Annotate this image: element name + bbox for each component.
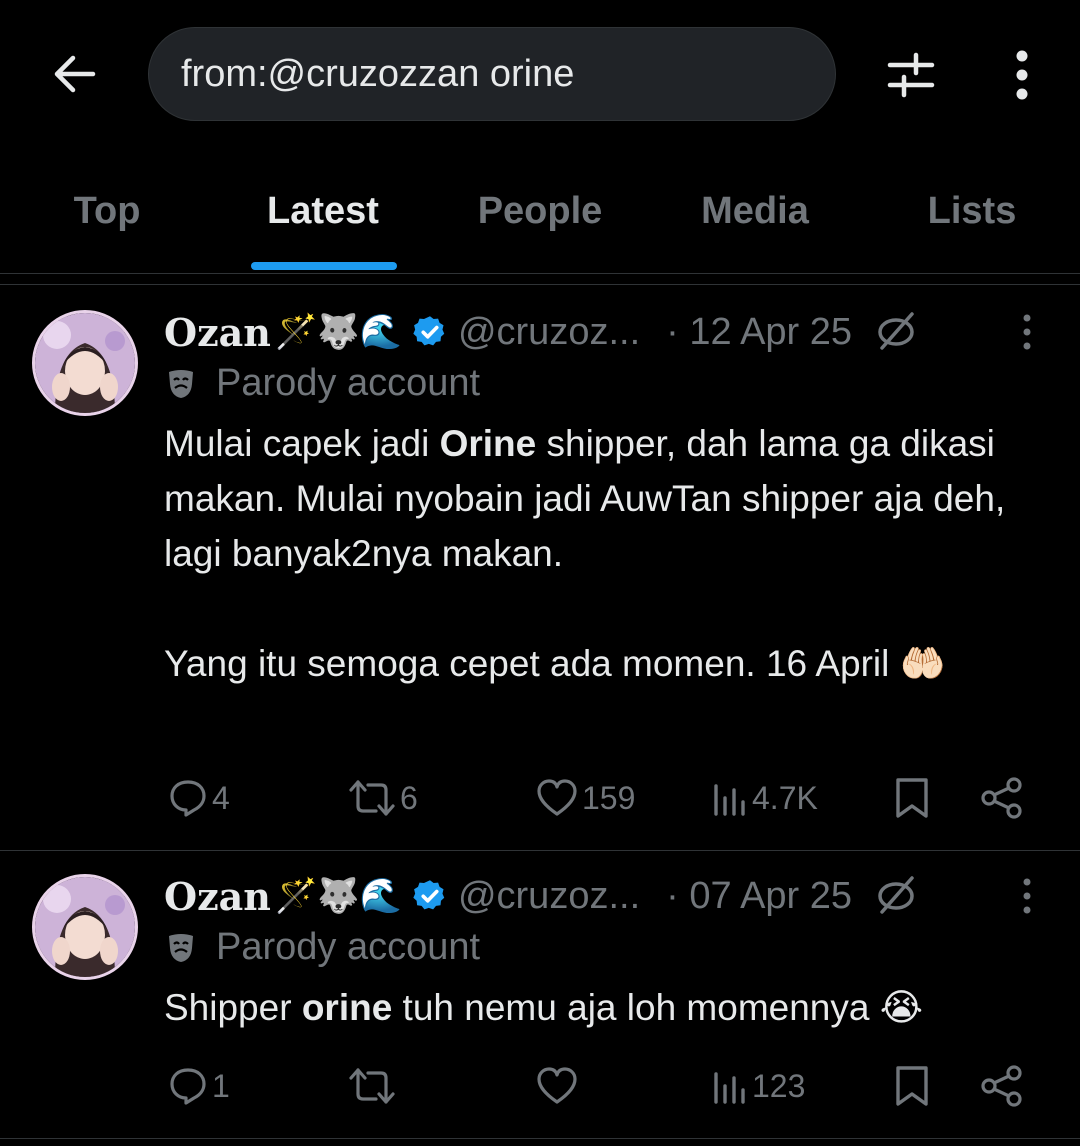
author-name[interactable]: Ozan [164,874,271,919]
avatar[interactable] [32,310,138,416]
like-button[interactable]: 159 [536,768,635,828]
eye-off-icon [874,310,918,354]
tab-lists[interactable]: Lists [928,190,1017,233]
views-button[interactable]: 123 [712,1056,805,1116]
reply-icon [170,780,206,817]
verified-badge-icon [412,314,448,350]
author-handle[interactable]: @cruzoz... [458,875,640,918]
tweet-date[interactable]: · 12 Apr 25 [666,311,852,354]
like-count: 159 [582,779,636,816]
like-button[interactable] [536,1056,582,1116]
tab-media[interactable]: Media [701,190,809,233]
heart-icon [537,779,577,816]
theater-masks-icon [164,366,198,400]
parody-label-row: Parody account [164,922,480,972]
tweet-text: Mulai capek jadi Orine shipper, dah lama… [164,416,1044,691]
back-arrow-icon[interactable] [44,44,104,104]
bookmark-button[interactable] [894,1056,930,1116]
search-query-text: from:@cruzozzan orine [181,53,575,95]
bookmark-button[interactable] [894,768,930,828]
divider [0,1138,1080,1139]
tweet-text-highlight: Orine [439,423,537,464]
tweet-text-part: Mulai capek jadi [164,423,440,464]
eye-off-icon [874,874,918,918]
repost-icon [349,1068,395,1104]
search-filter-icon[interactable] [880,44,942,106]
share-icon [981,777,1022,819]
reply-button[interactable]: 1 [168,1056,230,1116]
tweet-text-part: tuh nemu aja loh momennya 😭 [392,987,923,1028]
repost-button[interactable]: 6 [348,768,418,828]
name-emojis: 🪄🐺🌊 [274,877,402,915]
tweet-header: Ozan 🪄🐺🌊 @cruzoz... · 07 Apr 25 [164,870,918,922]
reply-count: 1 [212,1067,230,1104]
divider [0,850,1080,851]
top-bar: from:@cruzozzan orine [0,0,1080,150]
more-options-icon[interactable] [996,44,1048,106]
tweet-date[interactable]: · 07 Apr 25 [666,875,852,918]
tab-top[interactable]: Top [74,190,141,233]
parody-account-label: Parody account [216,925,481,968]
avatar[interactable] [32,874,138,980]
tab-latest[interactable]: Latest [267,190,379,233]
view-count: 4.7K [752,779,818,816]
verified-badge-icon [412,878,448,914]
reply-icon [170,1068,206,1105]
repost-button[interactable] [348,1056,400,1116]
heart-icon [537,1067,577,1104]
views-chart-icon [714,1072,745,1104]
parody-label-row: Parody account [164,358,480,408]
divider [0,284,1080,285]
share-button[interactable] [980,768,1024,828]
tweet-actions: 4 6 159 4.7K [0,768,1080,828]
author-handle[interactable]: @cruzoz... [458,311,640,354]
views-chart-icon [714,784,745,816]
tweet-more-icon[interactable] [1014,306,1040,358]
share-icon [981,1065,1022,1107]
parody-account-label: Parody account [216,361,481,404]
theater-masks-icon [164,930,198,964]
search-input[interactable]: from:@cruzozzan orine [148,27,836,121]
share-button[interactable] [980,1056,1024,1116]
tab-people[interactable]: People [478,190,603,233]
name-emojis: 🪄🐺🌊 [274,313,402,351]
bookmark-icon [896,1066,928,1106]
views-button[interactable]: 4.7K [712,768,818,828]
reply-button[interactable]: 4 [168,768,230,828]
tweet-text: Shipper orine tuh nemu aja loh momennya … [164,980,1064,1035]
tweet-actions: 1 123 [0,1056,1080,1116]
author-name[interactable]: Ozan [164,310,271,355]
reply-count: 4 [212,779,230,816]
tweet-text-highlight: orine [301,987,393,1028]
search-tabs: Top Latest People Media Lists [0,150,1080,274]
repost-icon [349,780,395,816]
active-tab-indicator [251,262,397,270]
tweet-header: Ozan 🪄🐺🌊 @cruzoz... · 12 Apr 25 [164,306,918,358]
view-count: 123 [752,1067,806,1104]
repost-count: 6 [400,779,418,816]
tweet-text-part: Shipper [164,987,302,1028]
bookmark-icon [896,778,928,818]
tweet-more-icon[interactable] [1014,870,1040,922]
